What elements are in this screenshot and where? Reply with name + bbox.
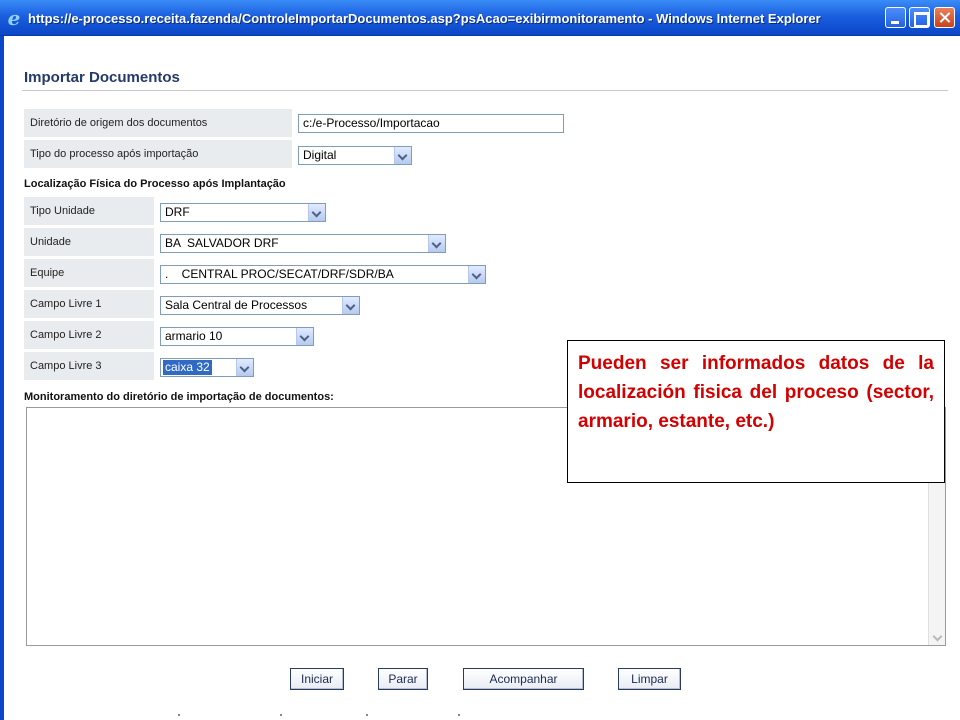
minimize-button[interactable]	[885, 7, 906, 28]
unidade-value: BA SALVADOR DRF	[165, 236, 279, 250]
campo-livre-1-value: Sala Central de Processos	[165, 298, 308, 312]
window-title: https://e-processo.receita.fazenda/Contr…	[28, 11, 821, 26]
title-divider	[22, 90, 948, 91]
tipo-unidade-select[interactable]: DRF	[160, 203, 326, 222]
chevron-down-icon[interactable]	[468, 266, 485, 283]
process-type-value: Digital	[303, 148, 337, 162]
campo-livre-3-select[interactable]: caixa 32	[160, 358, 254, 377]
process-type-select[interactable]: Digital	[298, 146, 412, 165]
window-frame-left	[0, 36, 4, 720]
campo-livre-2-select[interactable]: armario 10	[160, 327, 314, 346]
annotation-callout: Pueden ser informados datos de la locali…	[567, 340, 945, 483]
location-row-equipe: Equipe . CENTRAL PROC/SECAT/DRF/SDR/BA	[24, 259, 948, 287]
page-title: Importar Documentos	[24, 69, 180, 86]
campo-livre-2-value: armario 10	[165, 329, 223, 343]
campo-livre-1-select[interactable]: Sala Central de Processos	[160, 296, 360, 315]
chevron-down-icon[interactable]	[296, 328, 313, 345]
stop-button[interactable]: Parar	[378, 668, 428, 690]
campo-livre-2-label: Campo Livre 2	[24, 321, 154, 349]
chevron-down-icon[interactable]	[236, 359, 253, 376]
location-row-unidade: Unidade BA SALVADOR DRF	[24, 228, 948, 256]
campo-livre-1-label: Campo Livre 1	[24, 290, 154, 318]
follow-button[interactable]: Acompanhar	[463, 668, 584, 690]
start-button[interactable]: Iniciar	[290, 668, 344, 690]
campo-livre-3-label: Campo Livre 3	[24, 352, 154, 380]
scroll-down-icon[interactable]	[932, 631, 943, 642]
window-titlebar[interactable]: e https://e-processo.receita.fazenda/Con…	[0, 0, 960, 36]
chevron-down-icon[interactable]	[428, 235, 445, 252]
maximize-button[interactable]	[909, 7, 930, 28]
location-section-title: Localização Física do Processo após Impl…	[24, 178, 286, 190]
unidade-label: Unidade	[24, 228, 154, 256]
clear-button[interactable]: Limpar	[618, 668, 681, 690]
chevron-down-icon[interactable]	[342, 297, 359, 314]
origin-dir-input[interactable]: c:/e-Processo/Importacao	[298, 114, 564, 133]
process-type-label: Tipo do processo após importação	[24, 140, 292, 168]
process-type-row: Tipo do processo após importação Digital	[24, 140, 948, 168]
tipo-unidade-label: Tipo Unidade	[24, 197, 154, 225]
monitor-label: Monitoramento do diretório de importação…	[24, 391, 334, 403]
origin-dir-row: Diretório de origem dos documentos c:/e-…	[24, 109, 948, 137]
unidade-select[interactable]: BA SALVADOR DRF	[160, 234, 446, 253]
equipe-select[interactable]: . CENTRAL PROC/SECAT/DRF/SDR/BA	[160, 265, 486, 284]
location-row-tipo-unidade: Tipo Unidade DRF	[24, 197, 948, 225]
equipe-label: Equipe	[24, 259, 154, 287]
tipo-unidade-value: DRF	[165, 205, 190, 219]
ie-icon: e	[7, 6, 21, 30]
campo-livre-3-value: caixa 32	[163, 360, 212, 375]
chevron-down-icon[interactable]	[394, 147, 411, 164]
location-row-campo-livre-1: Campo Livre 1 Sala Central de Processos	[24, 290, 948, 318]
origin-form: Diretório de origem dos documentos c:/e-…	[24, 109, 948, 171]
equipe-value: . CENTRAL PROC/SECAT/DRF/SDR/BA	[165, 267, 394, 281]
chevron-down-icon[interactable]	[308, 204, 325, 221]
origin-dir-label: Diretório de origem dos documentos	[24, 109, 292, 137]
close-button[interactable]	[934, 7, 955, 28]
status-marks	[170, 712, 470, 720]
